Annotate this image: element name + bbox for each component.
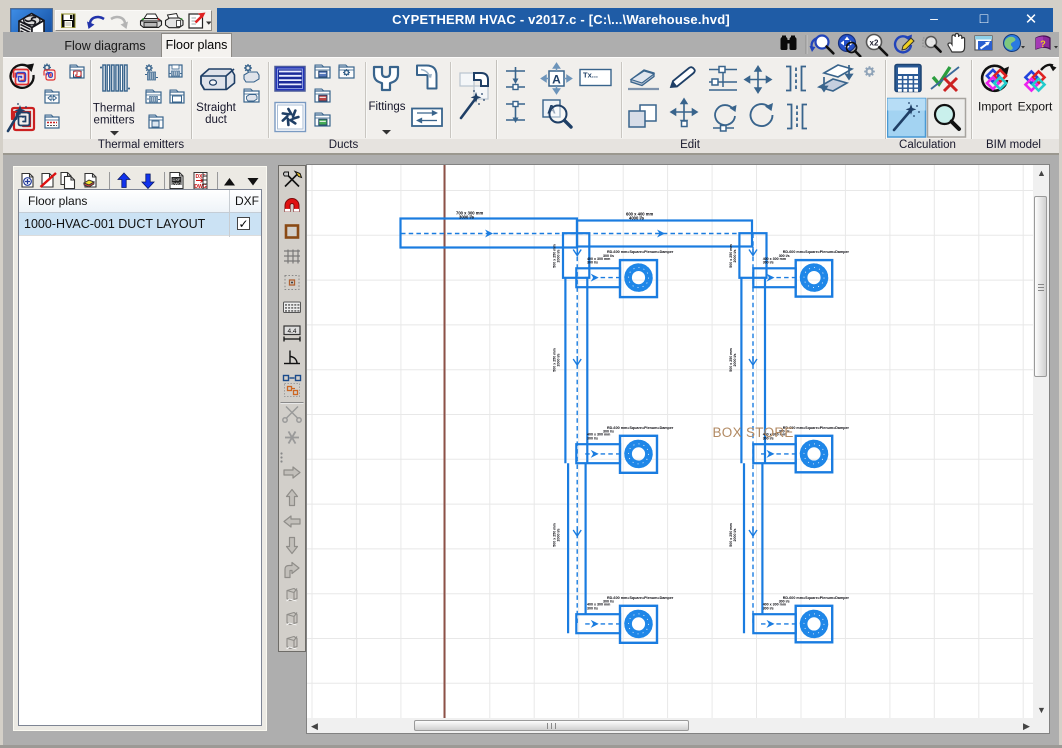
svg-text:Import: Import: [978, 100, 1013, 114]
svg-text:RD-600 mm=Square=Plenum=Damper: RD-600 mm=Square=Plenum=Damper: [607, 596, 674, 600]
svg-text:300 l/s: 300 l/s: [587, 261, 598, 265]
svg-text:A: A: [552, 73, 561, 87]
svg-text:RD-600 mm=Square=Plenum=Damper: RD-600 mm=Square=Plenum=Damper: [783, 250, 850, 254]
svg-text:2000 l/s: 2000 l/s: [733, 529, 737, 542]
svg-text:BOX STORE: BOX STORE: [713, 425, 794, 440]
svg-text:duct: duct: [205, 114, 228, 126]
svg-text:RD-600 mm=Square=Plenum=Damper: RD-600 mm=Square=Plenum=Damper: [607, 250, 674, 254]
svg-text:300 l/s: 300 l/s: [587, 436, 598, 440]
svg-text:Export: Export: [1018, 100, 1053, 114]
svg-text:RD-600 mm=Square=Plenum=Damper: RD-600 mm=Square=Plenum=Damper: [607, 426, 674, 430]
svg-text:300 l/s: 300 l/s: [763, 261, 774, 265]
svg-text:Straight: Straight: [196, 102, 236, 114]
svg-text:Fittings: Fittings: [368, 101, 405, 113]
svg-text:Thermal: Thermal: [93, 103, 135, 115]
svg-text:2000 l/s: 2000 l/s: [733, 354, 737, 367]
svg-text:300 l/s: 300 l/s: [587, 606, 598, 610]
svg-text:RD-600 mm=Square=Plenum=Damper: RD-600 mm=Square=Plenum=Damper: [783, 596, 850, 600]
svg-text:?: ?: [1040, 39, 1046, 49]
svg-text:4.4: 4.4: [287, 328, 296, 335]
svg-text:2000 l/s: 2000 l/s: [733, 250, 737, 263]
svg-text:2000 l/s: 2000 l/s: [557, 250, 561, 263]
svg-text:x2: x2: [870, 39, 879, 48]
svg-text:Tx...: Tx...: [583, 71, 598, 80]
svg-text:3000 l/s: 3000 l/s: [459, 215, 475, 220]
svg-text:4000 l/s: 4000 l/s: [629, 216, 645, 221]
svg-text:2000 l/s: 2000 l/s: [557, 529, 561, 542]
svg-text:2000 l/s: 2000 l/s: [557, 354, 561, 367]
svg-text:300 l/s: 300 l/s: [763, 606, 774, 610]
svg-text:emitters: emitters: [94, 115, 135, 127]
svg-text:DWG: DWG: [172, 181, 182, 186]
